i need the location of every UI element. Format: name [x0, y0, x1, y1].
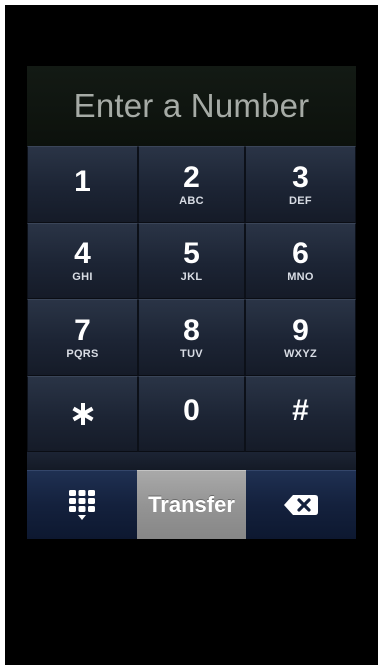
- key-digit: 3: [292, 160, 309, 194]
- key-0[interactable]: 0: [138, 376, 245, 452]
- keypad-divider: [27, 452, 356, 470]
- backspace-icon: [284, 495, 318, 515]
- key-digit: 2: [183, 160, 200, 194]
- transfer-button[interactable]: Transfer: [137, 470, 246, 539]
- delete-button[interactable]: [246, 470, 356, 539]
- key-1[interactable]: 1: [27, 146, 138, 223]
- asterisk-icon: [71, 403, 94, 425]
- key-digit: 4: [74, 237, 91, 270]
- key-letters: PQRS: [66, 347, 99, 360]
- hide-keypad-button[interactable]: [27, 470, 137, 539]
- key-letters: GHI: [72, 271, 93, 283]
- key-digit: 1: [74, 164, 91, 198]
- number-display-placeholder: Enter a Number: [73, 87, 310, 124]
- dial-keypad: 1 2 ABC 3 DEF 4 GHI 5 JKL 6 MNO 7 PQRS 8…: [27, 146, 356, 452]
- key-letters: TUV: [180, 347, 203, 360]
- transfer-button-label: Transfer: [148, 492, 235, 517]
- key-8[interactable]: 8 TUV: [138, 299, 245, 376]
- keypad-icon: [69, 490, 95, 520]
- number-display[interactable]: Enter a Number: [27, 66, 356, 146]
- key-pound[interactable]: #: [245, 376, 356, 452]
- key-9[interactable]: 9 WXYZ: [245, 299, 356, 376]
- key-digit: 0: [183, 394, 200, 427]
- key-letters: JKL: [180, 271, 203, 283]
- key-3[interactable]: 3 DEF: [245, 146, 356, 223]
- key-star[interactable]: [27, 376, 138, 452]
- key-4[interactable]: 4 GHI: [27, 223, 138, 299]
- key-letters: MNO: [287, 271, 314, 283]
- key-7[interactable]: 7 PQRS: [27, 299, 138, 376]
- key-digit: 5: [183, 237, 200, 270]
- key-letters: DEF: [289, 194, 312, 207]
- key-6[interactable]: 6 MNO: [245, 223, 356, 299]
- key-letters: ABC: [179, 194, 204, 207]
- key-digit: 6: [292, 237, 309, 270]
- key-digit: 8: [183, 313, 200, 347]
- key-digit: 7: [74, 313, 91, 347]
- call-action-bar: Transfer: [27, 470, 356, 539]
- key-digit: 9: [292, 313, 309, 347]
- key-letters: WXYZ: [284, 347, 317, 360]
- key-2[interactable]: 2 ABC: [138, 146, 245, 223]
- key-digit: #: [292, 394, 309, 427]
- key-5[interactable]: 5 JKL: [138, 223, 245, 299]
